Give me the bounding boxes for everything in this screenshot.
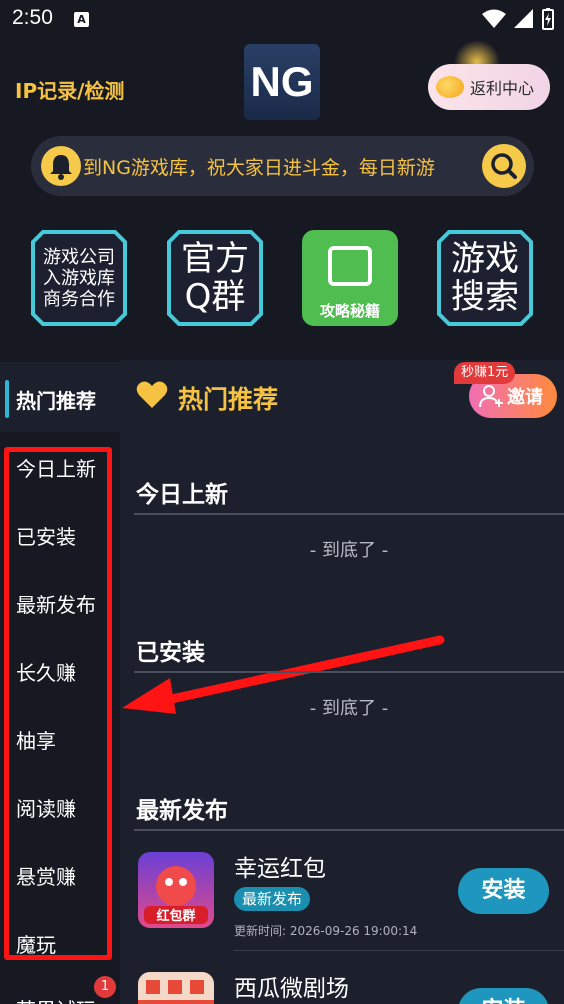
section-title-today: 今日上新 [136, 482, 228, 508]
status-bar: 2:50 A [0, 0, 564, 38]
end-of-list-text: - 到底了 - [309, 698, 389, 719]
game-tag: 最新发布 [234, 887, 311, 911]
qq-group-label: 官方Q群 [181, 239, 249, 317]
notice-text: 到NG游戏库，祝大家日进斗金，每日新游 [83, 157, 435, 179]
invite-label: 邀请 [507, 387, 543, 408]
end-of-list-text: - 到底了 - [309, 540, 389, 561]
section-divider [134, 671, 564, 673]
coin-icon [436, 76, 464, 98]
rebate-center-button[interactable]: 返利中心 [428, 64, 550, 110]
section-divider [134, 829, 564, 831]
install-button[interactable]: 安装 [458, 988, 549, 1004]
game-search-tile[interactable]: 游戏搜索 [437, 230, 533, 326]
status-time: 2:50 [12, 6, 53, 29]
game-update-time: 更新时间: 2026-09-26 19:00:14 [234, 924, 418, 938]
search-button[interactable] [482, 144, 526, 188]
app-logo: NG [244, 44, 320, 120]
section-divider [134, 513, 564, 515]
game-name[interactable]: 西瓜微剧场 [234, 969, 349, 1003]
game-search-label: 游戏搜索 [451, 239, 519, 317]
game-icon-xigua-theater[interactable] [138, 972, 214, 1004]
battery-icon [542, 8, 554, 30]
system-icons [482, 8, 554, 30]
heart-icon [136, 381, 168, 408]
wifi-icon [482, 9, 506, 28]
business-cooperation-tile[interactable]: 游戏公司入游戏库商务合作 [31, 230, 127, 326]
guide-label: 攻略秘籍 [319, 302, 380, 320]
highlight-box [4, 447, 112, 960]
notification-a-icon: A [74, 12, 89, 27]
ip-record-link[interactable]: IP记录/检测 [15, 75, 124, 104]
section-title-latest: 最新发布 [136, 798, 228, 824]
bell-icon [41, 146, 81, 186]
active-indicator [5, 380, 9, 418]
game-name[interactable]: 幸运红包 [234, 849, 326, 883]
sidebar-item-hot[interactable]: 热门推荐 [0, 362, 120, 432]
invite-reward-tag: 秒赚1元 [454, 362, 516, 384]
book-icon [328, 246, 372, 286]
section-title-hot: 热门推荐 [178, 385, 279, 414]
search-icon [491, 153, 517, 179]
game-icon-lucky-redpacket[interactable]: 红包群 [138, 852, 214, 928]
section-title-installed: 已安装 [136, 640, 205, 666]
sidebar-item-label: 热门推荐 [16, 389, 96, 413]
row-divider [234, 950, 564, 951]
sidebar-item-apple-trial[interactable]: 苹果试玩 [16, 994, 96, 1004]
rebate-center-label: 返利中心 [470, 79, 535, 98]
guide-tile[interactable]: 攻略秘籍 [302, 230, 398, 326]
install-button[interactable]: 安装 [458, 868, 549, 914]
notice-bar[interactable]: 到NG游戏库，祝大家日进斗金，每日新游 [31, 136, 534, 196]
svg-text:红包群: 红包群 [156, 908, 195, 924]
signal-icon [514, 9, 533, 28]
add-user-icon [479, 385, 503, 408]
qq-group-tile[interactable]: 官方Q群 [167, 230, 263, 326]
notification-badge: 1 [94, 976, 116, 998]
business-cooperation-label: 游戏公司入游戏库商务合作 [43, 246, 115, 310]
